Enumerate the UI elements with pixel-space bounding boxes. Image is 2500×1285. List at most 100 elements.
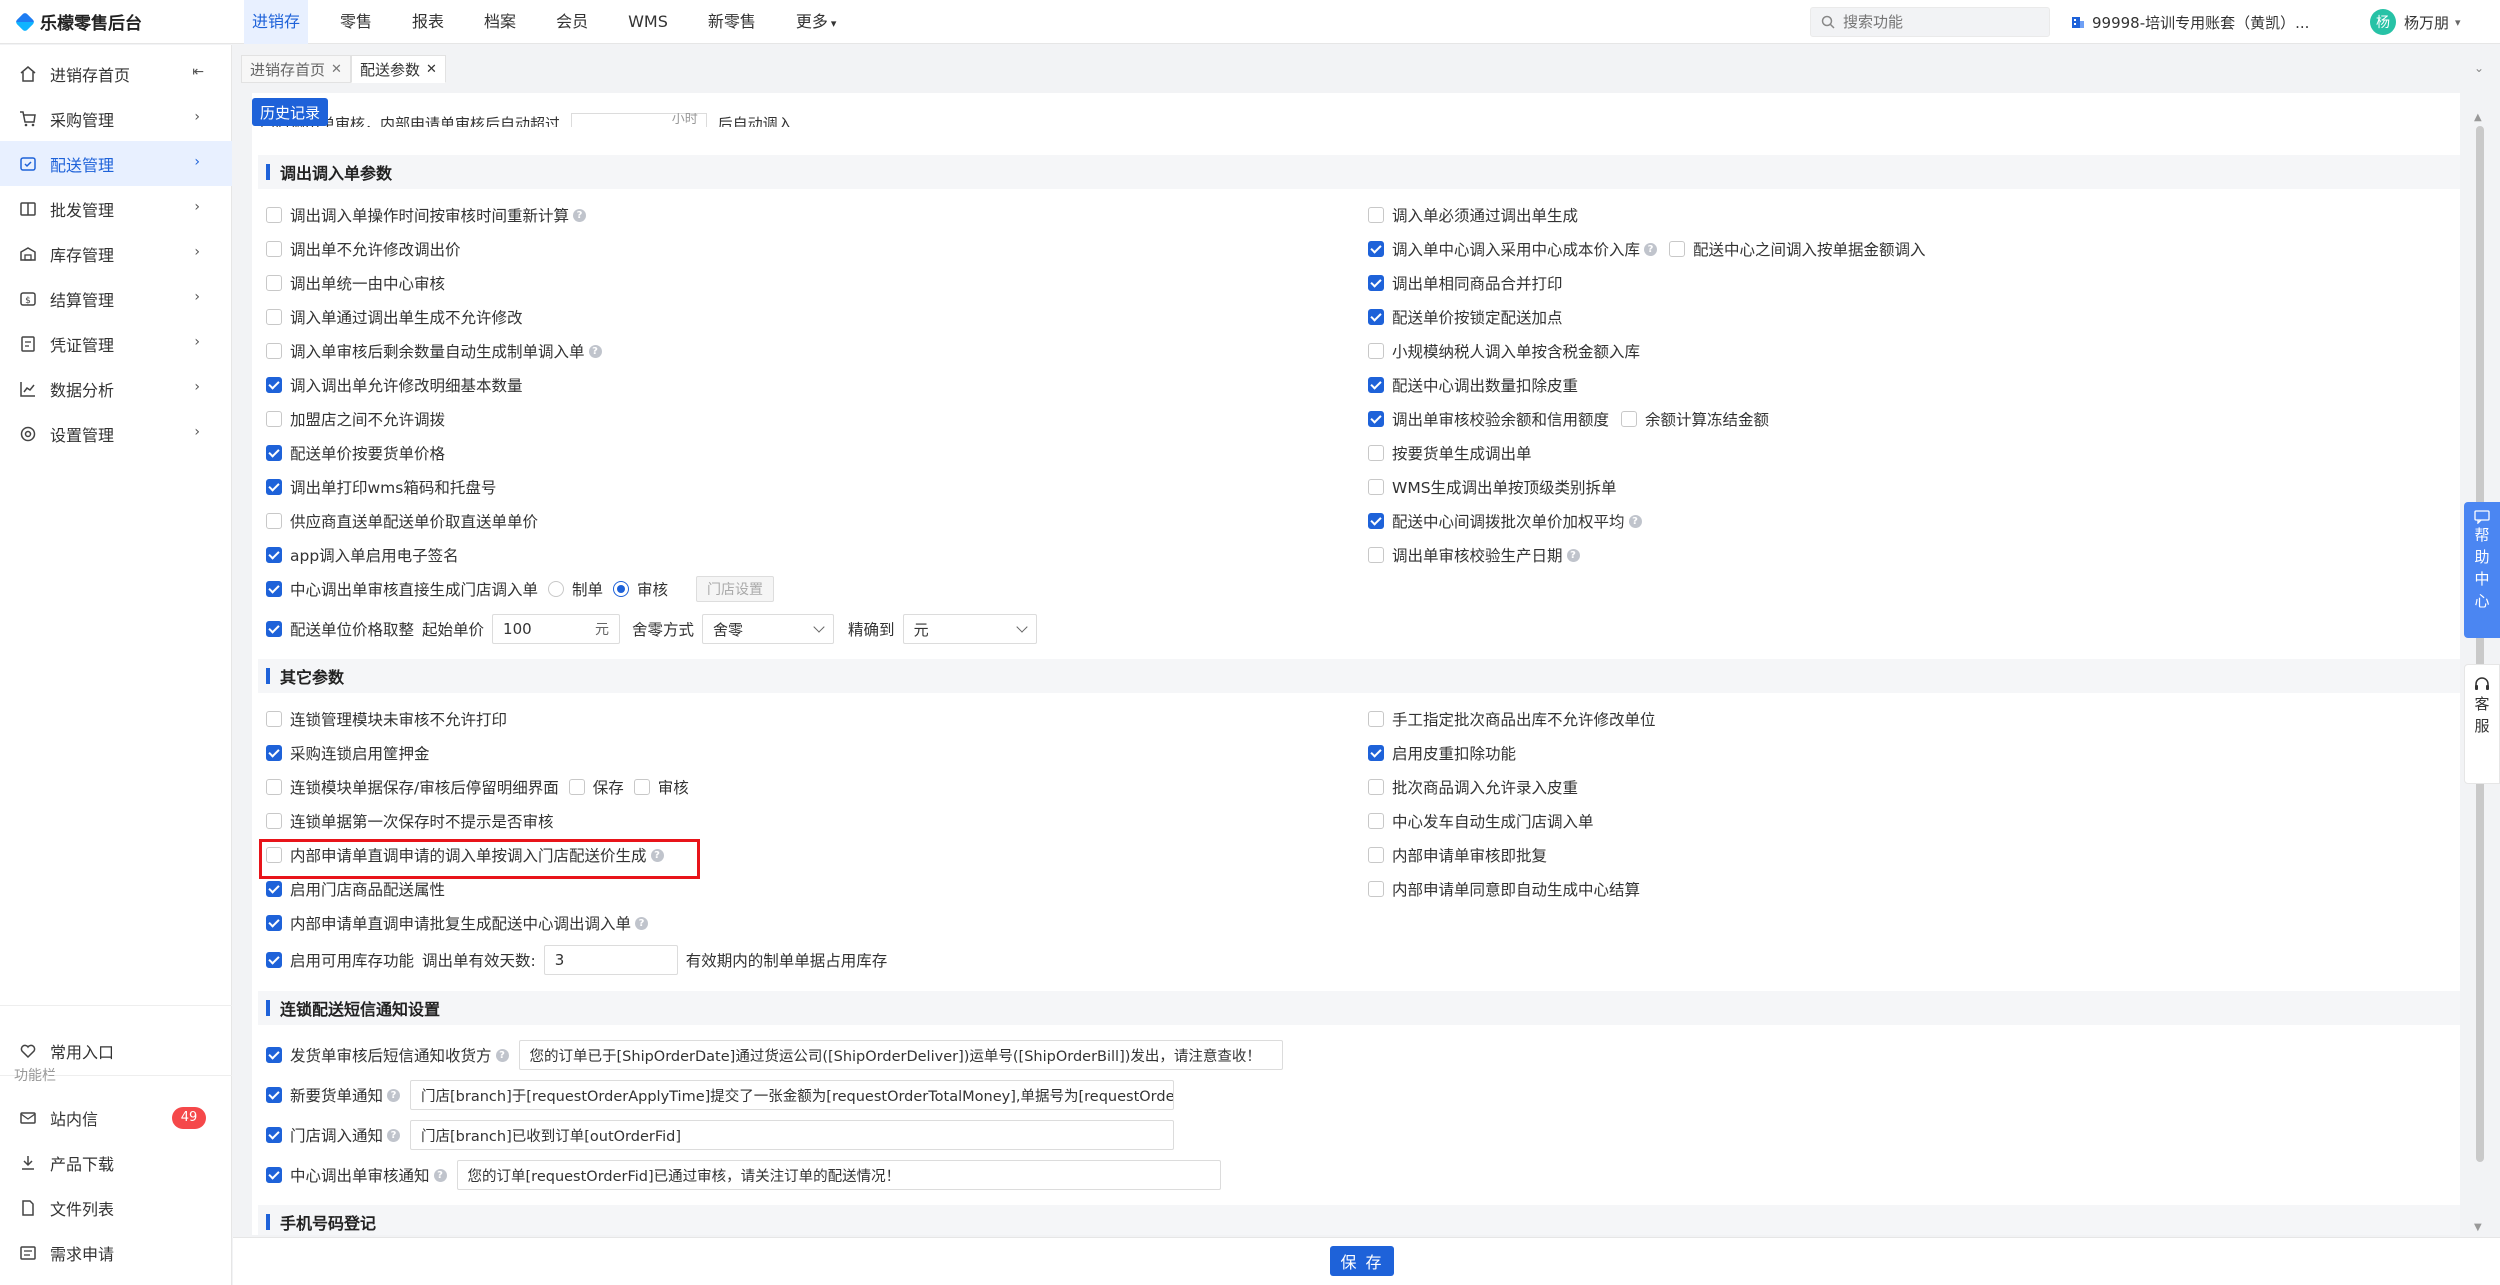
precision-select[interactable]: 元 bbox=[902, 614, 1037, 644]
help-icon[interactable]: ? bbox=[588, 344, 602, 358]
sidebar-item-messages[interactable]: 站内信 49 bbox=[0, 1095, 232, 1140]
option-checkbox[interactable] bbox=[266, 1087, 282, 1103]
sms-template-input[interactable]: 您的订单已于[ShipOrderDate]通过货运公司([ShipOrderDe… bbox=[518, 1040, 1283, 1070]
help-center-button[interactable]: 帮 助 中 心 bbox=[2464, 502, 2500, 638]
customer-service-button[interactable]: 客 服 bbox=[2464, 664, 2500, 784]
checkbox-price-rounding[interactable] bbox=[266, 621, 282, 637]
checkbox-available-stock[interactable] bbox=[266, 952, 282, 968]
option-checkbox[interactable] bbox=[266, 711, 282, 727]
sidebar-item-analysis[interactable]: 数据分析 › bbox=[0, 366, 232, 411]
close-icon[interactable]: ✕ bbox=[331, 62, 342, 77]
option-checkbox[interactable] bbox=[1368, 343, 1384, 359]
valid-days-input[interactable]: 3 bbox=[543, 945, 678, 975]
app-logo[interactable]: 乐檬零售后台 bbox=[0, 9, 232, 34]
sidebar-item-wholesale[interactable]: 批发管理 › bbox=[0, 186, 232, 231]
option-checkbox[interactable] bbox=[1368, 411, 1384, 427]
option-checkbox[interactable] bbox=[266, 479, 282, 495]
scrollbar-thumb[interactable] bbox=[2476, 126, 2484, 1162]
option-checkbox[interactable] bbox=[266, 881, 282, 897]
option-checkbox[interactable] bbox=[1368, 779, 1384, 795]
option-checkbox[interactable] bbox=[1368, 241, 1384, 257]
option-checkbox[interactable] bbox=[266, 1047, 282, 1063]
tab-delivery-params[interactable]: 配送参数 ✕ bbox=[351, 55, 446, 83]
search-box[interactable] bbox=[1810, 7, 2050, 37]
round-mode-select[interactable]: 舍零 bbox=[702, 614, 835, 644]
topnav-jinxiaocun[interactable]: 进销存 bbox=[244, 0, 309, 44]
option-checkbox[interactable] bbox=[1368, 881, 1384, 897]
chevron-down-icon[interactable]: ⌄ bbox=[2474, 61, 2484, 75]
option-checkbox[interactable] bbox=[266, 745, 282, 761]
scroll-down-icon[interactable]: ▼ bbox=[2474, 1222, 2482, 1233]
option-checkbox[interactable] bbox=[266, 1167, 282, 1183]
help-icon[interactable]: ? bbox=[433, 1168, 447, 1182]
option-checkbox[interactable] bbox=[1368, 309, 1384, 325]
sidebar-item-purchase[interactable]: 采购管理 › bbox=[0, 96, 232, 141]
sms-template-input[interactable]: 门店[branch]已收到订单[outOrderFid] bbox=[410, 1120, 1175, 1150]
help-icon[interactable]: ? bbox=[635, 916, 649, 930]
option-checkbox[interactable] bbox=[266, 411, 282, 427]
help-icon[interactable]: ? bbox=[1566, 548, 1580, 562]
option-checkbox[interactable] bbox=[1368, 479, 1384, 495]
help-icon[interactable]: ? bbox=[1644, 242, 1658, 256]
help-icon[interactable]: ? bbox=[1628, 514, 1642, 528]
sidebar-item-settlement[interactable]: $ 结算管理 › bbox=[0, 276, 232, 321]
sidebar-item-request[interactable]: 需求申请 bbox=[0, 1230, 232, 1275]
option-checkbox[interactable] bbox=[633, 779, 650, 795]
option-checkbox[interactable] bbox=[568, 779, 585, 795]
option-checkbox[interactable] bbox=[266, 207, 282, 223]
scroll-up-icon[interactable]: ▲ bbox=[2474, 112, 2482, 123]
option-checkbox[interactable] bbox=[266, 241, 282, 257]
sidebar-item-delivery[interactable]: 配送管理 › bbox=[0, 141, 232, 186]
start-price-input[interactable]: 100 元 bbox=[492, 614, 621, 644]
option-checkbox[interactable] bbox=[1368, 711, 1384, 727]
option-checkbox[interactable] bbox=[1368, 207, 1384, 223]
option-checkbox[interactable] bbox=[1368, 547, 1384, 563]
tab-home[interactable]: 进销存首页 ✕ bbox=[241, 55, 351, 83]
topnav-dangan[interactable]: 档案 bbox=[484, 0, 516, 44]
option-checkbox[interactable] bbox=[266, 547, 282, 563]
sms-template-input[interactable]: 门店[branch]于[requestOrderApplyTime]提交了一张金… bbox=[410, 1080, 1175, 1110]
sidebar-item-inventory[interactable]: 库存管理 › bbox=[0, 231, 232, 276]
option-checkbox[interactable] bbox=[1368, 513, 1384, 529]
option-checkbox[interactable] bbox=[1368, 445, 1384, 461]
option-checkbox[interactable] bbox=[266, 377, 282, 393]
option-checkbox[interactable] bbox=[266, 1127, 282, 1143]
option-checkbox[interactable] bbox=[266, 813, 282, 829]
option-checkbox[interactable] bbox=[266, 275, 282, 291]
option-checkbox[interactable] bbox=[266, 343, 282, 359]
sidebar-item-home[interactable]: 进销存首页 ⇤ bbox=[0, 51, 232, 96]
option-checkbox[interactable] bbox=[1368, 377, 1384, 393]
sidebar-item-voucher[interactable]: 凭证管理 › bbox=[0, 321, 232, 366]
radio-audit[interactable] bbox=[613, 581, 630, 597]
option-checkbox[interactable] bbox=[1621, 411, 1638, 427]
topnav-lingshou[interactable]: 零售 bbox=[340, 0, 372, 44]
help-icon[interactable]: ? bbox=[495, 1048, 509, 1062]
option-checkbox[interactable] bbox=[1368, 813, 1384, 829]
sms-template-input[interactable]: 您的订单[requestOrderFid]已通过审核，请关注订单的配送情况！ bbox=[456, 1160, 1221, 1190]
option-checkbox[interactable] bbox=[266, 309, 282, 325]
topnav-huiyuan[interactable]: 会员 bbox=[556, 0, 588, 44]
clipped-hours-input[interactable]: 小时 bbox=[570, 113, 707, 127]
sidebar-item-download[interactable]: 产品下载 bbox=[0, 1140, 232, 1185]
option-checkbox[interactable] bbox=[1368, 745, 1384, 761]
option-checkbox[interactable] bbox=[1368, 847, 1384, 863]
option-checkbox[interactable] bbox=[266, 915, 282, 931]
user-menu[interactable]: 杨 杨万朋 ▾ bbox=[2370, 0, 2461, 44]
topnav-xinlingshou[interactable]: 新零售 bbox=[708, 0, 756, 44]
topnav-more[interactable]: 更多 ▾ bbox=[796, 0, 837, 44]
help-icon[interactable]: ? bbox=[387, 1088, 401, 1102]
topnav-wms[interactable]: WMS bbox=[628, 0, 668, 44]
radio-draft[interactable] bbox=[548, 581, 565, 597]
account-switcher[interactable]: 99998-培训专用账套（黄凯）... bbox=[2070, 0, 2309, 44]
help-icon[interactable]: ? bbox=[573, 208, 587, 222]
collapse-sidebar-icon[interactable]: ⇤ bbox=[192, 64, 204, 80]
sidebar-item-settings[interactable]: 设置管理 › bbox=[0, 411, 232, 456]
help-icon[interactable]: ? bbox=[387, 1128, 401, 1142]
topnav-baobiao[interactable]: 报表 bbox=[412, 0, 444, 44]
search-input[interactable] bbox=[1843, 13, 2033, 31]
history-button[interactable]: 历史记录 bbox=[252, 98, 328, 126]
option-checkbox[interactable] bbox=[1368, 275, 1384, 291]
option-checkbox[interactable] bbox=[1669, 241, 1686, 257]
checkbox-center-generate[interactable] bbox=[266, 581, 282, 597]
sidebar-item-files[interactable]: 文件列表 bbox=[0, 1185, 232, 1230]
